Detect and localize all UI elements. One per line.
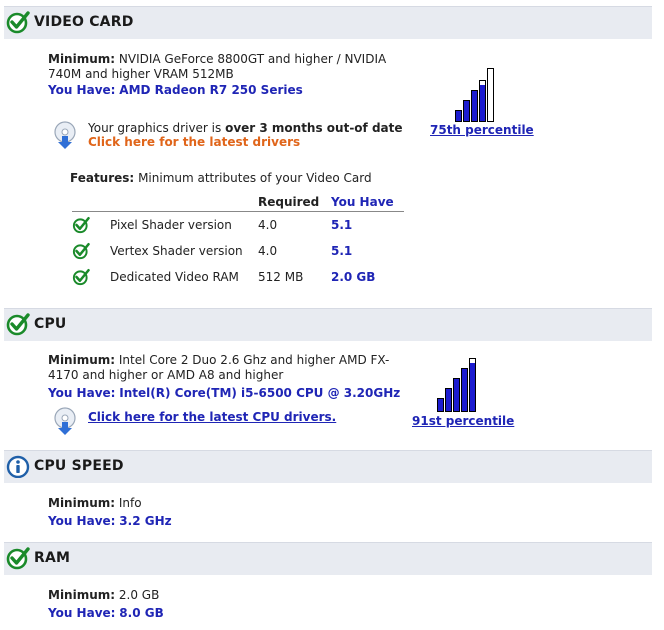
feature-you-have: 5.1 [331,218,353,232]
ram-minimum: Minimum: 2.0 GB [48,588,159,603]
download-disc-icon[interactable] [52,406,78,436]
ram-minimum-value: 2.0 GB [118,588,160,602]
you-have-label: You Have: [48,83,116,97]
features-table: Required You Have Pixel Shader version 4… [72,193,404,290]
feature-required: 4.0 [258,218,278,232]
percentile-bar-4 [479,80,486,122]
cpu-percentile-bars [437,357,477,412]
feature-required: 512 MB [258,270,304,284]
cpu-speed-you-have-value: 3.2 GHz [119,514,172,528]
minimum-label: Minimum: [48,588,116,602]
video-card-percentile-link[interactable]: 75th percentile [430,123,534,137]
you-have-label: You Have: [48,606,116,620]
cpu-percentile-link[interactable]: 91st percentile [412,414,514,428]
video-card-title: VIDEO CARD [34,14,134,30]
check-circle-icon [72,242,90,260]
cpu-speed-header: CPU SPEED [4,450,652,483]
feature-you-have: 2.0 GB [331,270,376,284]
video-card-percentile-bars [455,66,495,122]
cpu-speed-minimum: Minimum: Info [48,496,142,511]
table-row: Dedicated Video RAM 512 MB 2.0 GB [72,264,404,290]
features-desc: Minimum attributes of your Video Card [138,171,372,185]
table-row: Vertex Shader version 4.0 5.1 [72,238,404,264]
feature-name: Dedicated Video RAM [110,270,239,284]
percentile-bar-1 [437,398,444,412]
cpu-minimum-line2: 4170 and higher or AMD A8 and higher [48,368,284,382]
minimum-label: Minimum: [48,496,116,510]
video-card-header: VIDEO CARD [4,6,652,39]
cpu-you-have: You Have: Intel(R) Core(TM) i5-6500 CPU … [48,386,400,401]
percentile-bar-1 [455,110,462,122]
ram-you-have: You Have: 8.0 GB [48,606,164,621]
check-circle-icon [6,547,30,570]
download-disc-icon[interactable] [52,120,78,150]
latest-drivers-link[interactable]: Click here for the latest drivers [88,135,300,150]
ram-title: RAM [34,550,71,566]
video-card-you-have: You Have: AMD Radeon R7 250 Series [48,83,303,98]
minimum-label: Minimum: [48,52,116,66]
cpu-speed-you-have: You Have: 3.2 GHz [48,514,172,529]
ram-header: RAM [4,542,652,575]
percentile-bar-4 [461,368,468,412]
ram-you-have-value: 8.0 GB [119,606,164,620]
features-caption: Features: Minimum attributes of your Vid… [70,171,372,186]
percentile-bar-5 [487,68,494,122]
video-card-minimum-line1: NVIDIA GeForce 8800GT and higher / NVIDI… [118,52,387,66]
percentile-bar-5 [469,358,476,412]
features-header-row: Required You Have [72,193,404,212]
cpu-speed-title: CPU SPEED [34,458,124,474]
col-you-have: You Have [331,193,404,212]
you-have-label: You Have: [48,386,116,400]
feature-name: Pixel Shader version [110,218,232,232]
table-row: Pixel Shader version 4.0 5.1 [72,212,404,239]
feature-name: Vertex Shader version [110,244,243,258]
feature-required: 4.0 [258,244,278,258]
cpu-minimum: Minimum: Intel Core 2 Duo 2.6 Ghz and hi… [48,353,398,383]
video-card-you-have-value: AMD Radeon R7 250 Series [119,83,303,97]
driver-status: Your graphics driver is over 3 months ou… [88,121,403,136]
driver-status-bold: over 3 months out-of date [225,121,403,135]
col-required: Required [258,193,331,212]
feature-you-have: 5.1 [331,244,353,258]
percentile-bar-3 [453,378,460,412]
percentile-bar-2 [445,388,452,412]
percentile-bar-2 [463,100,470,122]
minimum-label: Minimum: [48,353,116,367]
video-card-minimum-line2: 740M and higher VRAM 512MB [48,67,234,81]
cpu-speed-minimum-value: Info [118,496,142,510]
info-circle-icon [6,455,30,478]
driver-status-text: Your graphics driver is [88,121,226,135]
percentile-bar-3 [471,90,478,122]
cpu-drivers-link[interactable]: Click here for the latest CPU drivers. [88,410,336,425]
features-label: Features: [70,171,135,185]
check-circle-icon [6,11,30,34]
cpu-header: CPU [4,308,652,341]
check-circle-icon [72,268,90,286]
you-have-label: You Have: [48,514,116,528]
video-card-minimum: Minimum: NVIDIA GeForce 8800GT and highe… [48,52,398,82]
cpu-minimum-line1: Intel Core 2 Duo 2.6 Ghz and higher AMD … [118,353,390,367]
cpu-you-have-value: Intel(R) Core(TM) i5-6500 CPU @ 3.20GHz [119,386,401,400]
check-circle-icon [72,216,90,234]
check-circle-icon [6,313,30,336]
cpu-title: CPU [34,316,67,332]
